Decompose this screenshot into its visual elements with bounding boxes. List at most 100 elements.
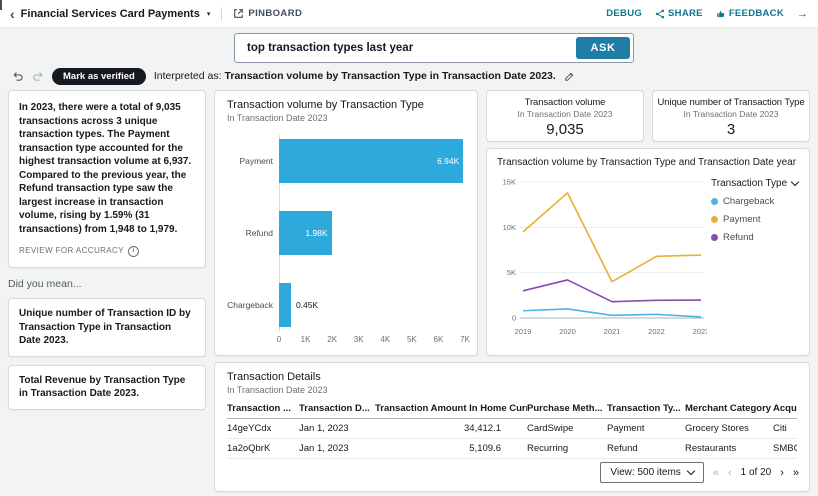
bar-chart-rows: Payment 6.94K Refund 1.98K Chargeback 0.45K	[227, 135, 465, 331]
svg-text:5K: 5K	[507, 268, 516, 277]
divider	[221, 6, 223, 21]
svg-text:2023: 2023	[693, 327, 707, 336]
debug-label: DEBUG	[606, 8, 643, 19]
axis-tick-label: 7K	[460, 335, 470, 344]
legend-title[interactable]: Transaction Type	[711, 177, 800, 189]
line-series-refund[interactable]	[522, 279, 702, 303]
bar-chargeback[interactable]	[279, 283, 291, 327]
review-for-accuracy[interactable]: REVIEW FOR ACCURACY i	[19, 246, 195, 257]
back-chevron-icon[interactable]: ‹	[10, 7, 15, 21]
next-page-icon[interactable]: ›	[780, 467, 784, 479]
redo-icon[interactable]	[32, 70, 44, 82]
legend-item-refund[interactable]: Refund	[711, 232, 799, 243]
view-items-dropdown[interactable]: View: 500 items	[600, 462, 704, 483]
legend-item-chargeback[interactable]: Chargeback	[711, 196, 799, 207]
bar-category-label: Payment	[239, 156, 273, 166]
bar-chart-axis: 0 1K 2K 3K 4K 5K 6K 7K	[277, 333, 470, 345]
table-row[interactable]: 14geYCdx Jan 1, 2023 34,412.1 CardSwipe Paym…	[227, 418, 797, 439]
thumbs-up-icon	[716, 9, 726, 19]
line-series-chargeback[interactable]	[522, 308, 702, 318]
share-button[interactable]: SHARE	[655, 8, 703, 19]
column-header[interactable]: Transaction ...	[227, 400, 299, 419]
bar-refund[interactable]: 1.98K	[279, 211, 332, 255]
bar-track: 0.45K	[279, 283, 465, 327]
legend: Transaction Type Chargeback Payment Refund	[707, 172, 800, 344]
previous-page-icon[interactable]: ‹	[728, 467, 732, 479]
topic-title[interactable]: Financial Services Card Payments	[21, 8, 200, 20]
table-cell: CardSwipe	[527, 418, 607, 439]
column-header[interactable]: Purchase Meth...	[527, 400, 607, 419]
axis-tick-label: 6K	[433, 335, 444, 344]
table-title: Transaction Details	[227, 371, 321, 383]
collapse-panel-icon[interactable]: →	[0, 0, 808, 20]
legend-dot	[711, 216, 718, 223]
interpreted-as-text: Interpreted as: Transaction volume by Tra…	[154, 70, 556, 82]
svg-text:2022: 2022	[648, 327, 665, 336]
kpi-title: Unique number of Transaction Type	[657, 97, 805, 108]
table-cell: Jan 1, 2023	[299, 458, 375, 464]
narrative-card: In 2023, there were a total of 9,035 tra…	[8, 90, 206, 268]
info-icon[interactable]: i	[127, 246, 139, 257]
suggestion-card[interactable]: Unique number of Transaction ID by Trans…	[8, 298, 206, 357]
chevron-down-icon	[686, 466, 696, 476]
debug-button[interactable]: DEBUG	[606, 8, 642, 19]
table-cell: 14geYCdx	[227, 418, 299, 439]
axis-tick-label: 1K	[300, 335, 311, 344]
table-body: 14geYCdx Jan 1, 2023 34,412.1 CardSwipe Paym…	[227, 418, 797, 464]
svg-text:10K: 10K	[503, 223, 516, 232]
line-chart-card: Transaction volume by Transaction Type a…	[486, 148, 810, 356]
legend-label: Payment	[723, 214, 761, 225]
legend-items: Chargeback Payment Refund	[711, 196, 799, 243]
undo-icon[interactable]	[12, 70, 24, 82]
bar-row: Payment 6.94K	[227, 139, 465, 183]
column-header[interactable]: Transaction D...	[299, 400, 375, 419]
table-cell: Jan 1, 2023	[299, 438, 375, 459]
topbar: ‹ Financial Services Card Payments ▾ PIN…	[0, 0, 818, 28]
bar-payment[interactable]: 6.94K	[279, 139, 464, 183]
bar-value-label: 6.94K	[437, 156, 460, 166]
feedback-button[interactable]: FEEDBACK	[716, 8, 784, 19]
kpi-card-transaction-volume: Transaction volume In Transaction Date 2…	[486, 90, 644, 142]
axis-tick-label: 3K	[353, 335, 364, 344]
column-header[interactable]: Acquirer Ba...	[773, 400, 797, 419]
bar-chart-title: Transaction volume by Transaction Type	[227, 99, 424, 111]
legend-label: Refund	[723, 232, 754, 243]
feedback-label: FEEDBACK	[728, 8, 784, 19]
interpreted-as-prefix: Interpreted as:	[153, 70, 222, 82]
pinboard-button[interactable]: PINBOARD	[233, 8, 302, 19]
legend-item-payment[interactable]: Payment	[711, 214, 799, 225]
svg-text:2020: 2020	[559, 327, 576, 336]
bar-chart-card: Transaction volume by Transaction Type I…	[214, 90, 478, 356]
legend-label: Chargeback	[723, 196, 775, 207]
axis-tick-label: 5K	[406, 335, 417, 344]
last-page-icon[interactable]: »	[793, 467, 799, 479]
suggestion-card[interactable]: Total Revenue by Transaction Type in Tra…	[8, 364, 206, 410]
table-cell: 38abQjv	[227, 458, 299, 464]
did-you-mean-label: Did you mean...	[8, 278, 82, 290]
table-cell: Restaurants	[685, 438, 773, 459]
line-series-payment[interactable]	[522, 192, 702, 283]
ask-button[interactable]: ASK	[576, 37, 630, 59]
bar-track: 6.94K	[279, 139, 465, 183]
table-row[interactable]: 1a2oQbrK Jan 1, 2023 5,109.6 Recurring Refun…	[227, 438, 797, 459]
column-header[interactable]: Transaction Amount In Home Curre...	[375, 400, 527, 419]
mark-as-verified-button[interactable]: Mark as verified	[52, 67, 146, 85]
topbar-actions: DEBUG SHARE FEEDBACK →	[0, 0, 808, 20]
topic-dropdown-icon[interactable]: ▾	[207, 10, 211, 18]
edit-pencil-icon[interactable]	[564, 71, 575, 82]
svg-text:15K: 15K	[503, 178, 516, 187]
svg-text:2019: 2019	[515, 327, 532, 336]
table-cell: 1a2oQbrK	[227, 438, 299, 459]
first-page-icon[interactable]: «	[713, 467, 719, 479]
table-cell: 5,109.6	[375, 438, 527, 459]
column-header[interactable]: Merchant Category	[685, 400, 773, 419]
search-bar[interactable]: top transaction types last year ASK	[234, 33, 634, 63]
interpretation-query: Transaction volume by Transaction Type i…	[224, 70, 556, 82]
narrative-text: In 2023, there were a total of 9,035 tra…	[19, 102, 192, 235]
pinboard-label: PINBOARD	[248, 8, 303, 19]
line-chart-body: 0 5K 10K 15K 2019 2020 2021 2022 2023 Transactio…	[497, 172, 800, 344]
table-wrap: Transaction ... Transaction D... Transacti…	[227, 400, 797, 464]
interpretation-bar: Mark as verified Interpreted as: Transact…	[12, 66, 806, 86]
table-cell: Jan 1, 2023	[299, 418, 375, 439]
column-header[interactable]: Transaction Ty...	[607, 400, 685, 419]
